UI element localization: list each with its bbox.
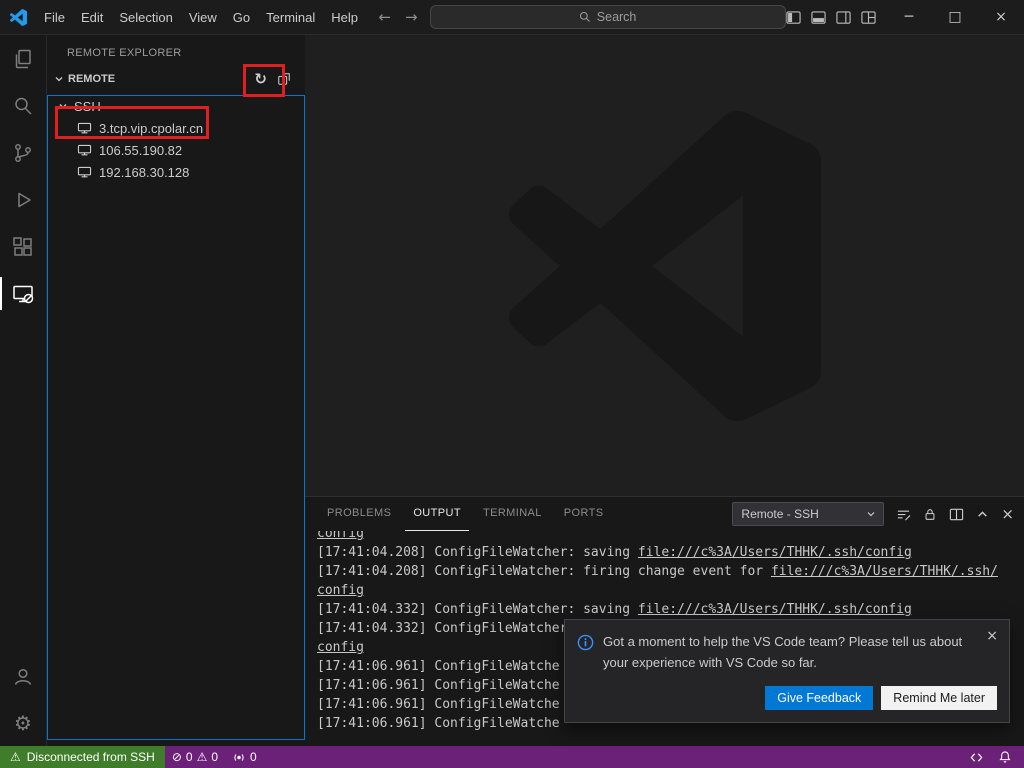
menu-view[interactable]: View (181, 6, 225, 29)
panel-tab-bar: PROBLEMS OUTPUT TERMINAL PORTS Remote - … (305, 497, 1024, 531)
bell-icon[interactable] (998, 750, 1012, 764)
remote-status-label: Disconnected from SSH (27, 750, 155, 764)
remote-status-item[interactable]: ⚠ Disconnected from SSH (0, 746, 165, 768)
file-link[interactable]: config (317, 531, 364, 541)
tree-item-host-1[interactable]: 3.tcp.vip.cpolar.cn (47, 117, 305, 139)
tab-terminal[interactable]: TERMINAL (475, 497, 550, 531)
tree-item-ssh[interactable]: SSH (47, 95, 305, 117)
status-bar: ⚠ Disconnected from SSH ⊘ 0 ⚠ 0 0 (0, 746, 1024, 768)
activity-bar: ⚙ (0, 35, 47, 746)
log-line: [17:41:04.208] ConfigFileWatcher: firing… (317, 562, 1024, 581)
close-panel-icon[interactable]: × (1001, 505, 1014, 523)
ports-count: 0 (250, 750, 257, 764)
toggle-panel-icon[interactable] (811, 10, 826, 25)
log-line: [17:41:04.208] ConfigFileWatcher: saving… (317, 543, 1024, 562)
info-icon (577, 634, 594, 651)
title-bar: File Edit Selection View Go Terminal Hel… (0, 0, 1024, 35)
remote-explorer-sidebar: REMOTE EXPLORER REMOTE ↻ SSH 3.tcp.vip.c… (47, 35, 305, 746)
editor-area (305, 35, 1024, 496)
output-channel-value: Remote - SSH (741, 507, 818, 521)
host-label: 192.168.30.128 (99, 165, 189, 180)
activity-run-debug-icon[interactable] (0, 176, 47, 223)
accounts-icon[interactable] (0, 652, 47, 699)
menu-edit[interactable]: Edit (73, 6, 111, 29)
activity-explorer-icon[interactable] (0, 35, 47, 82)
remote-host-icon (77, 144, 92, 157)
ssh-targets-tree: SSH 3.tcp.vip.cpolar.cn 106.55.190.82 19… (47, 95, 305, 183)
warning-count: 0 (211, 750, 218, 764)
activity-search-icon[interactable] (0, 82, 47, 129)
host-label: 106.55.190.82 (99, 143, 182, 158)
notification-message: Got a moment to help the VS Code team? P… (603, 632, 997, 674)
tab-output[interactable]: OUTPUT (405, 497, 469, 531)
error-count: 0 (186, 750, 193, 764)
activity-remote-explorer-icon[interactable] (0, 270, 47, 317)
notification-toast: × Got a moment to help the VS Code team?… (564, 619, 1010, 723)
remind-me-later-button[interactable]: Remind Me later (881, 686, 997, 710)
file-link[interactable]: config (317, 583, 364, 598)
tab-problems[interactable]: PROBLEMS (319, 497, 399, 531)
maximize-panel-icon[interactable] (976, 508, 989, 521)
problems-status-item[interactable]: ⊘ 0 ⚠ 0 (165, 746, 225, 768)
menu-terminal[interactable]: Terminal (258, 6, 323, 29)
open-output-in-editor-icon[interactable] (949, 507, 964, 522)
clear-output-icon[interactable] (896, 507, 911, 522)
chevron-down-icon (57, 100, 69, 112)
activity-source-control-icon[interactable] (0, 129, 47, 176)
refresh-icon[interactable]: ↻ (254, 72, 267, 87)
lock-autoscroll-icon[interactable] (923, 507, 937, 522)
search-icon (579, 11, 591, 23)
notification-close-icon[interactable]: × (986, 629, 998, 643)
tab-ports[interactable]: PORTS (556, 497, 612, 531)
menu-bar: File Edit Selection View Go Terminal Hel… (36, 6, 366, 29)
window-maximize-button[interactable]: □ (932, 0, 978, 34)
vscode-logo-icon (0, 9, 36, 26)
give-feedback-button[interactable]: Give Feedback (765, 686, 873, 710)
tree-item-host-2[interactable]: 106.55.190.82 (47, 139, 305, 161)
remote-host-icon (77, 166, 92, 179)
customize-layout-icon[interactable] (861, 10, 876, 25)
log-line: config (317, 531, 1024, 543)
menu-file[interactable]: File (36, 6, 73, 29)
menu-selection[interactable]: Selection (111, 6, 180, 29)
host-label: 3.tcp.vip.cpolar.cn (99, 121, 203, 136)
menu-help[interactable]: Help (323, 6, 366, 29)
editor-layout-status-icon[interactable] (969, 751, 984, 764)
file-link[interactable]: file:///c%3A/Users/THHK/.ssh/config (638, 602, 912, 617)
remote-section-label: REMOTE (68, 73, 115, 85)
ports-status-item[interactable]: 0 (225, 746, 264, 768)
open-in-new-window-icon[interactable] (277, 72, 291, 86)
settings-gear-icon[interactable]: ⚙ (0, 699, 47, 746)
toggle-sidebar-icon[interactable] (786, 10, 801, 25)
log-line: config (317, 581, 1024, 600)
file-link[interactable]: file:///c%3A/Users/THHK/.ssh/ (771, 564, 998, 579)
file-link[interactable]: file:///c%3A/Users/THHK/.ssh/config (638, 545, 912, 560)
tree-item-label: SSH (74, 99, 101, 114)
toggle-secondary-sidebar-icon[interactable] (836, 10, 851, 25)
warning-icon: ⚠ (197, 750, 208, 764)
search-input[interactable]: Search (430, 5, 786, 29)
ports-broadcast-icon (232, 751, 246, 764)
vscode-watermark-logo (509, 110, 821, 422)
tree-item-host-3[interactable]: 192.168.30.128 (47, 161, 305, 183)
menu-go[interactable]: Go (225, 6, 258, 29)
log-line: [17:41:04.332] ConfigFileWatcher: saving… (317, 600, 1024, 619)
search-placeholder: Search (597, 10, 637, 24)
chevron-down-icon (53, 73, 65, 85)
forward-icon[interactable]: → (405, 8, 418, 26)
warning-icon: ⚠ (10, 750, 21, 764)
back-icon[interactable]: ← (378, 8, 391, 26)
remote-section-header[interactable]: REMOTE ↻ (47, 67, 305, 91)
output-channel-select[interactable]: Remote - SSH (732, 502, 884, 526)
chevron-down-icon (865, 508, 877, 520)
file-link[interactable]: config (317, 640, 364, 655)
remote-host-icon (77, 122, 92, 135)
error-icon: ⊘ (172, 750, 182, 764)
sidebar-title: REMOTE EXPLORER (47, 35, 305, 59)
window-minimize-button[interactable]: ─ (886, 0, 932, 34)
window-close-button[interactable]: × (978, 0, 1024, 34)
activity-extensions-icon[interactable] (0, 223, 47, 270)
